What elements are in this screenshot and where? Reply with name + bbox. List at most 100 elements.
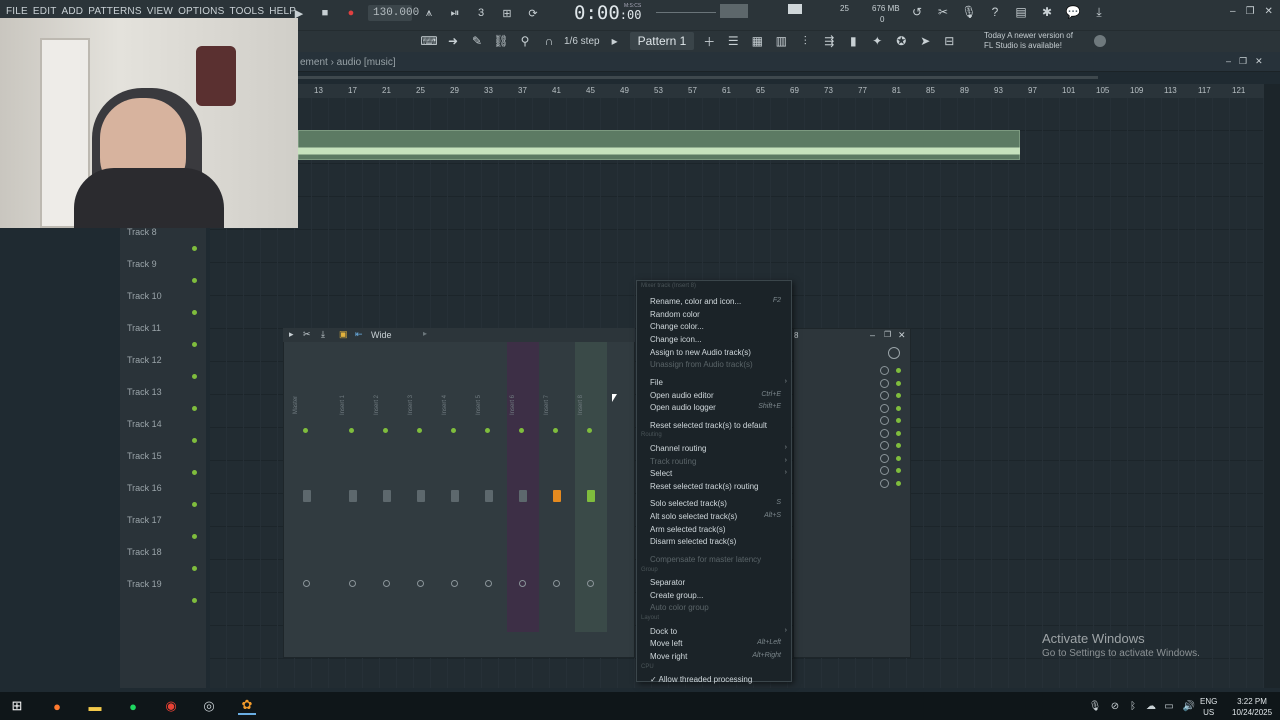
- mixer-fader[interactable]: [349, 490, 357, 502]
- bluetooth-tray-icon[interactable]: ᛒ: [1124, 697, 1142, 715]
- mixer-restore-icon[interactable]: ❐: [884, 330, 891, 339]
- mixer-strip-led[interactable]: [587, 428, 592, 433]
- mixer-arrow-icon[interactable]: ▸: [289, 329, 294, 340]
- menu-view[interactable]: VIEW: [147, 6, 173, 17]
- mixer-strip-led[interactable]: [349, 428, 354, 433]
- fx-slot-led[interactable]: [896, 380, 901, 386]
- track-enable-led[interactable]: [192, 502, 197, 507]
- spotify-icon[interactable]: ●: [124, 697, 142, 715]
- mixer-strip[interactable]: Insert 1: [337, 342, 369, 632]
- mixer-pan-knob[interactable]: [417, 580, 424, 587]
- network-tray-icon[interactable]: ⊘: [1106, 697, 1124, 715]
- horizontal-scrollbar[interactable]: [298, 76, 1098, 79]
- track-enable-led[interactable]: [192, 246, 197, 251]
- pattern-prev-icon[interactable]: ▸: [606, 33, 624, 49]
- tools-icon[interactable]: ✂: [934, 4, 952, 20]
- fx-slot-led[interactable]: [896, 405, 901, 411]
- fx-slot-knob[interactable]: [880, 453, 889, 463]
- help-icon[interactable]: ?: [986, 4, 1004, 20]
- step-edit-icon[interactable]: ⊞: [498, 4, 516, 22]
- track-label[interactable]: Track 15: [127, 451, 162, 461]
- fx-slot-led[interactable]: [896, 468, 901, 473]
- context-menu-item[interactable]: ✓ Allow threaded processing: [650, 675, 752, 684]
- fx-slot-knob[interactable]: [880, 378, 889, 388]
- snap-step-select[interactable]: 1/6 step: [564, 36, 600, 47]
- menu-edit[interactable]: EDIT: [33, 6, 57, 17]
- fx-slot-led[interactable]: [896, 393, 901, 398]
- mixer-clock-icon[interactable]: [888, 347, 900, 359]
- mic-tray-icon[interactable]: 🎙: [1086, 697, 1104, 715]
- chrome-icon[interactable]: ◉: [162, 697, 180, 715]
- track-label[interactable]: Track 16: [127, 483, 162, 493]
- mixer-icon[interactable]: ⫶: [796, 33, 814, 49]
- context-menu-item[interactable]: Select: [650, 469, 672, 478]
- onedrive-tray-icon[interactable]: ☁: [1142, 697, 1160, 715]
- chat-icon[interactable]: 💬: [1064, 4, 1082, 20]
- tempo-tap-icon[interactable]: ✪: [892, 33, 910, 49]
- mixer-strip[interactable]: Insert 8: [575, 342, 607, 632]
- menu-patterns[interactable]: PATTERNS: [88, 6, 141, 17]
- mixer-tools-icon[interactable]: ✂: [303, 329, 311, 340]
- close-icon[interactable]: ✕: [1265, 6, 1273, 17]
- metronome-icon[interactable]: ⩚: [420, 4, 438, 22]
- mixer-strip-led[interactable]: [303, 428, 308, 433]
- context-menu-item[interactable]: Reset selected track(s) routing: [650, 482, 759, 491]
- track-label[interactable]: Track 17: [127, 515, 162, 525]
- record-icon[interactable]: ●: [342, 4, 360, 22]
- mixer-pan-knob[interactable]: [485, 580, 492, 587]
- mixer-strip[interactable]: Insert 3: [405, 342, 437, 632]
- context-menu-item[interactable]: Create group...: [650, 591, 703, 600]
- undo-icon[interactable]: ↺: [908, 4, 926, 20]
- master-volume-slider[interactable]: [656, 12, 716, 13]
- fx-slot-led[interactable]: [896, 430, 901, 436]
- playlist-minimize-icon[interactable]: –: [1226, 56, 1231, 67]
- fx-slot-led[interactable]: [896, 480, 901, 486]
- mixer-channel-panel[interactable]: 8 – ❐ ✕: [793, 328, 911, 658]
- download-icon[interactable]: ⤓: [1090, 4, 1108, 20]
- track-label[interactable]: Track 10: [127, 291, 162, 301]
- context-menu-item[interactable]: Move right: [650, 652, 687, 661]
- mixer-strip-led[interactable]: [451, 428, 456, 433]
- mixer-pan-knob[interactable]: [587, 580, 594, 587]
- restore-icon[interactable]: ❐: [1246, 6, 1255, 17]
- mixer-strip-led[interactable]: [383, 428, 388, 433]
- track-enable-led[interactable]: [192, 598, 197, 603]
- track-label[interactable]: Track 11: [127, 323, 161, 333]
- menu-add[interactable]: ADD: [62, 6, 84, 17]
- mixer-fader[interactable]: [451, 490, 459, 502]
- mixer-pan-knob[interactable]: [349, 580, 356, 587]
- fx-slot-knob[interactable]: [880, 366, 889, 375]
- draw-icon[interactable]: ✎: [468, 33, 486, 49]
- mixer-route-icon[interactable]: ⤓: [321, 329, 325, 340]
- track-label[interactable]: Track 12: [127, 355, 162, 365]
- save-icon[interactable]: ▤: [1012, 4, 1030, 20]
- update-icon[interactable]: [1094, 35, 1106, 47]
- context-menu-item[interactable]: Channel routing: [650, 444, 706, 453]
- mixer-fader[interactable]: [587, 490, 595, 502]
- display-tray-icon[interactable]: ▭: [1160, 697, 1178, 715]
- track-enable-led[interactable]: [192, 406, 197, 411]
- context-menu-item[interactable]: Solo selected track(s): [650, 499, 727, 508]
- magnet-icon[interactable]: ∩: [540, 33, 558, 49]
- context-menu-item[interactable]: Arm selected track(s): [650, 525, 726, 534]
- track-enable-led[interactable]: [192, 374, 197, 379]
- microphone-icon[interactable]: 🎙: [960, 4, 978, 20]
- fx-slot-knob[interactable]: [880, 466, 889, 475]
- mixer-fader[interactable]: [519, 490, 527, 502]
- mixer-preset-arrow-icon[interactable]: ▸: [423, 329, 427, 338]
- pattern-selector[interactable]: Pattern 1: [629, 32, 695, 50]
- track-enable-led[interactable]: [192, 310, 197, 315]
- fx-slot-led[interactable]: [896, 455, 901, 461]
- send-icon[interactable]: ➤: [916, 33, 934, 49]
- playlist-icon[interactable]: ☰: [724, 33, 742, 49]
- countdown-icon[interactable]: 3: [472, 4, 490, 22]
- touch-keyboard-icon[interactable]: ✦: [868, 33, 886, 49]
- mixer-fader[interactable]: [485, 490, 493, 502]
- fx-slot-knob[interactable]: [880, 391, 889, 400]
- menu-options[interactable]: OPTIONS: [178, 6, 224, 17]
- firefox-icon[interactable]: ●: [48, 697, 66, 715]
- context-menu-item[interactable]: Alt solo selected track(s): [650, 512, 737, 521]
- mixer-fader[interactable]: [553, 490, 561, 502]
- channel-rack-icon[interactable]: ▥: [772, 33, 790, 49]
- render-icon[interactable]: ⊟: [940, 33, 958, 49]
